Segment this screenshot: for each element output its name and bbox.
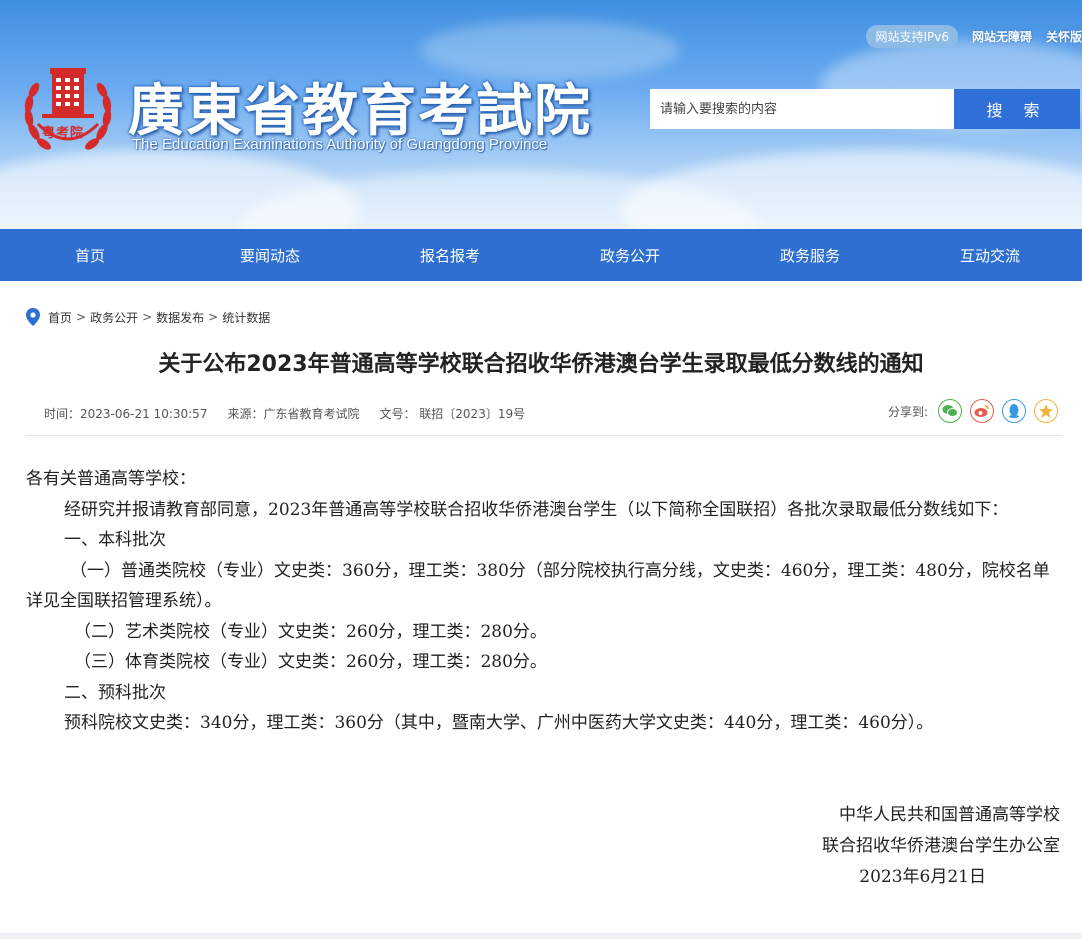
document-number: 文号： 联招〔2023〕19号 — [379, 406, 526, 421]
article-source: 来源：广东省教育考试院 — [227, 406, 360, 421]
breadcrumb-statistics[interactable]: 统计数据 — [222, 309, 270, 326]
weibo-icon[interactable] — [970, 399, 994, 423]
main-nav: 首页 要闻动态 报名报考 政务公开 政务服务 互动交流 — [0, 229, 1082, 281]
top-links: 网站支持IPv6 网站无障碍 关怀版 — [866, 24, 1082, 48]
signature-line2: 联合招收华侨港澳台学生办公室 — [822, 836, 1060, 856]
publish-time: 时间：2023-06-21 10:30:57 — [44, 406, 208, 421]
breadcrumb-separator: > — [208, 310, 219, 324]
qq-icon[interactable] — [1002, 399, 1026, 423]
breadcrumb-data-release[interactable]: 数据发布 — [156, 309, 204, 326]
signature-line1: 中华人民共和国普通高等学校 — [839, 805, 1060, 825]
logo-text: 粤考院 — [42, 126, 85, 141]
signature-block: 中华人民共和国普通高等学校 联合招收华侨港澳台学生办公室 2023年6月21日 — [822, 800, 1060, 893]
salutation: 各有关普通高等学校： — [26, 469, 196, 489]
nav-item-news[interactable]: 要闻动态 — [180, 229, 360, 281]
site-title[interactable]: 廣東省教育考試院 — [128, 66, 592, 147]
qzone-icon[interactable] — [1034, 399, 1058, 423]
accessibility-link[interactable]: 网站无障碍 — [972, 28, 1032, 45]
nav-item-public-affairs[interactable]: 政务公开 — [540, 229, 720, 281]
breadcrumb-separator: > — [142, 310, 153, 324]
search-button[interactable]: 搜 索 — [954, 89, 1080, 129]
ipv6-badge: 网站支持IPv6 — [866, 24, 958, 48]
intro-paragraph: 经研究并报请教育部同意，2023年普通高等学校联合招收华侨港澳台学生（以下简称全… — [64, 499, 1009, 520]
article-meta: 时间：2023-06-21 10:30:57 来源：广东省教育考试院 文号： 联… — [44, 404, 545, 422]
article-body: 各有关普通高等学校： 经研究并报请教育部同意，2023年普通高等学校联合招收华侨… — [26, 464, 1066, 739]
search-box: 搜 索 — [650, 89, 1080, 129]
meta-divider — [26, 435, 1062, 436]
search-input[interactable] — [650, 89, 954, 129]
site-subtitle: The Education Examinations Authority of … — [132, 136, 548, 153]
item-art-colleges: （二）艺术类院校（专业）文史类：260分，理工类：280分。 — [74, 621, 547, 642]
nav-item-interaction[interactable]: 互动交流 — [900, 229, 1080, 281]
breadcrumb: 首页 > 政务公开 > 数据发布 > 统计数据 — [26, 307, 270, 327]
elderly-mode-link[interactable]: 关怀版 — [1046, 28, 1082, 45]
article-title: 关于公布2023年普通高等学校联合招收华侨港澳台学生录取最低分数线的通知 — [158, 352, 924, 377]
item-general-colleges: （一）普通类院校（专业）文史类：360分，理工类：380分（部分院校执行高分线，… — [26, 560, 1050, 612]
breadcrumb-separator: > — [76, 310, 87, 324]
nav-item-home[interactable]: 首页 — [0, 229, 180, 281]
share-label: 分享到: — [887, 404, 928, 419]
banner-cloud — [620, 150, 1082, 229]
section-heading-undergraduate: 一、本科批次 — [64, 530, 166, 550]
breadcrumb-public-affairs[interactable]: 政务公开 — [90, 309, 138, 326]
nav-item-registration[interactable]: 报名报考 — [360, 229, 540, 281]
item-preparatory: 预科院校文史类：340分，理工类：360分（其中，暨南大学、广州中医药大学文史类… — [64, 713, 934, 733]
signature-date: 2023年6月21日 — [859, 867, 986, 887]
section-heading-preparatory: 二、预科批次 — [64, 682, 166, 703]
site-logo-icon[interactable] — [20, 62, 116, 162]
wechat-icon[interactable] — [938, 399, 962, 423]
item-sports-colleges: （三）体育类院校（专业）文史类：260分，理工类：280分。 — [74, 652, 547, 672]
footer-strip — [0, 933, 1082, 939]
header-banner: 粤考院 廣東省教育考試院 The Education Examinations … — [0, 0, 1082, 229]
breadcrumb-home[interactable]: 首页 — [48, 309, 72, 326]
share-bar: 分享到: — [888, 398, 1058, 424]
location-pin-icon — [26, 308, 40, 326]
nav-item-services[interactable]: 政务服务 — [720, 229, 900, 281]
